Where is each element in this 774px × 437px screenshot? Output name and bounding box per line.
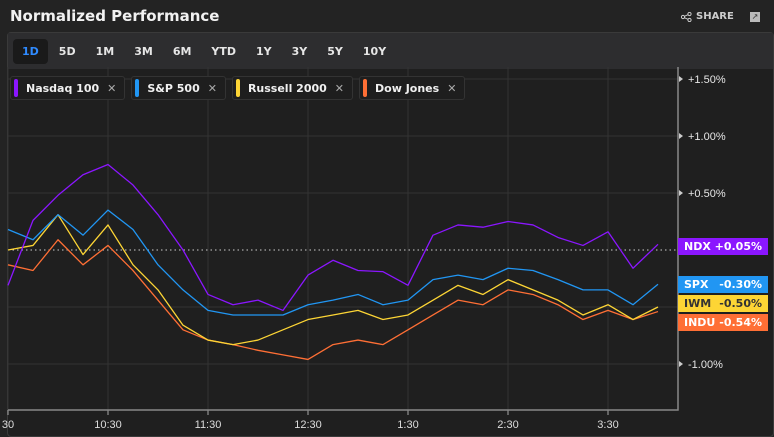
y-tick-label: +1.50% [688, 74, 726, 86]
tag-value: -0.50% [719, 297, 762, 310]
tag-value: +0.05% [714, 240, 762, 253]
series-line-ndx [7, 163, 659, 312]
legend-label: Russell 2000 [247, 81, 327, 95]
x-tick-label: 10:30 [94, 419, 122, 431]
x-tick-label: 1:30 [397, 419, 418, 431]
legend: Nasdaq 100 ✕ S&P 500 ✕ Russell 2000 ✕ Dow Jone… [10, 76, 466, 100]
y-tick-label: -1.00% [688, 359, 723, 371]
legend-label: S&P 500 [147, 81, 200, 95]
legend-swatch [14, 79, 18, 97]
x-tick-label: 11:30 [195, 419, 222, 431]
y-tick-label: +1.00% [688, 131, 726, 143]
tag-value: -0.30% [719, 278, 762, 291]
series-line-spx [7, 209, 659, 316]
last-value-tag: NDX +0.05% [678, 238, 768, 255]
tag-ticker: NDX [684, 240, 711, 253]
x-tick-label: 12:30 [294, 419, 322, 431]
y-tick [679, 133, 683, 139]
tag-ticker: IWM [684, 297, 712, 310]
legend-swatch [235, 79, 240, 97]
tag-ticker: INDU [684, 316, 716, 329]
series-line-iwm [7, 214, 659, 346]
tag-ticker: SPX [684, 278, 709, 291]
y-tick [679, 361, 683, 367]
y-tick-label: +0.50% [688, 188, 726, 200]
x-tick-label: 2:30 [497, 419, 518, 431]
tag-value: -0.54% [719, 316, 762, 329]
last-value-tag: IWM -0.50% [678, 295, 768, 312]
y-tick [679, 76, 683, 82]
legend-item[interactable]: Russell 2000 ✕ [231, 76, 354, 100]
x-tick-label: 3:30 [597, 419, 618, 431]
last-value-tag: INDU -0.54% [678, 314, 768, 331]
y-tick [679, 190, 683, 196]
last-value-tag: SPX -0.30% [678, 276, 768, 293]
legend-label: Dow Jones [375, 81, 440, 95]
legend-swatch [135, 79, 140, 97]
legend-swatch [363, 79, 368, 97]
legend-item[interactable]: Dow Jones ✕ [359, 76, 466, 100]
close-icon[interactable]: ✕ [447, 82, 456, 95]
legend-item[interactable]: Nasdaq 100 ✕ [10, 76, 126, 100]
line-chart[interactable]: 30 10:30 11:30 12:30 1:30 2:30 3:30 +1.50% +1.00… [0, 0, 774, 437]
legend-label: Nasdaq 100 [26, 81, 100, 95]
close-icon[interactable]: ✕ [335, 82, 344, 95]
close-icon[interactable]: ✕ [208, 82, 217, 95]
x-tick-label: 30 [2, 419, 14, 431]
legend-item[interactable]: S&P 500 ✕ [131, 76, 226, 100]
close-icon[interactable]: ✕ [107, 82, 116, 95]
